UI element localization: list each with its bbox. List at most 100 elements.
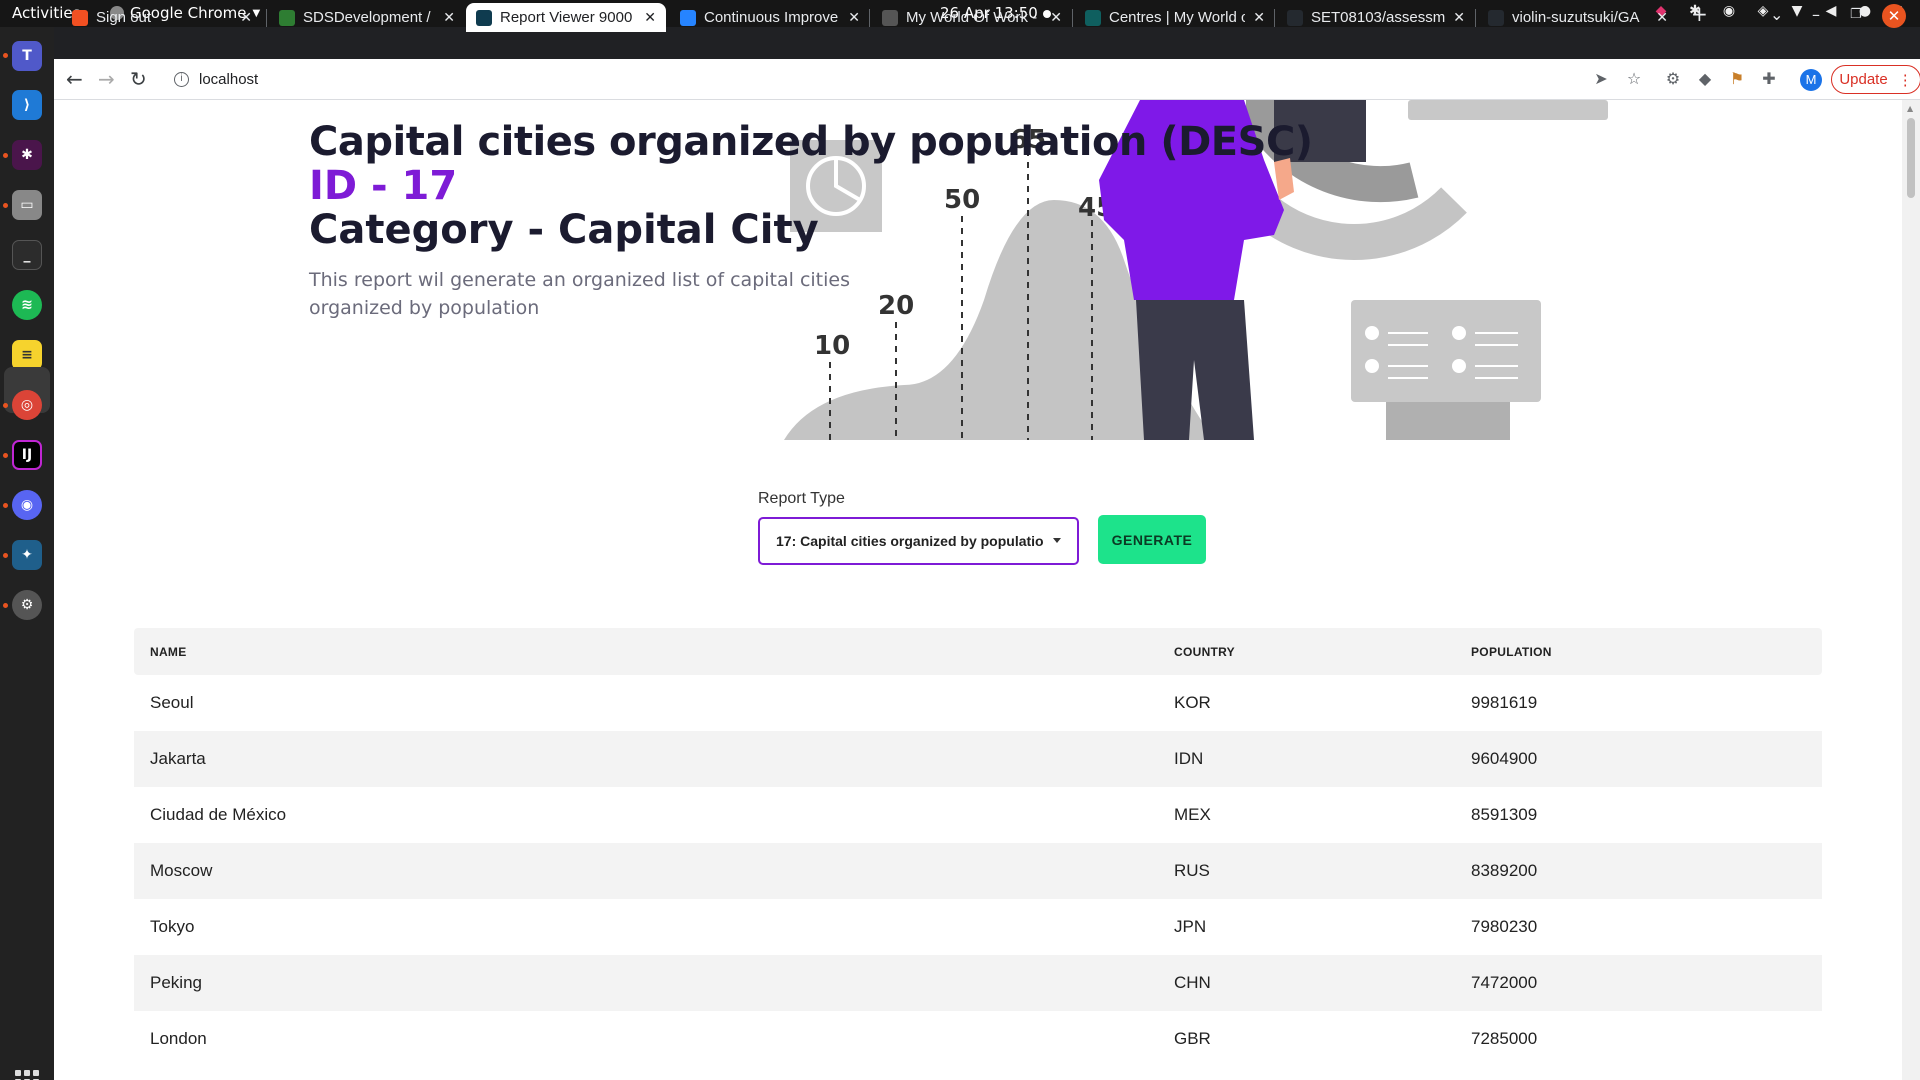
forward-icon[interactable]: →: [98, 67, 115, 91]
minimize-icon[interactable]: –: [1812, 5, 1820, 24]
table-row: Jakarta IDN 9604900: [134, 731, 1822, 787]
discord-tray-icon[interactable]: ◉: [1720, 3, 1738, 21]
tab-close-icon[interactable]: ✕: [443, 9, 455, 26]
generate-button[interactable]: GENERATE: [1098, 515, 1206, 564]
cell-country: CHN: [1174, 973, 1211, 992]
tab-label: SET08103/assessme: [1311, 9, 1446, 26]
update-label: Update: [1839, 71, 1888, 88]
report-description: This report wil generate an organized li…: [309, 269, 850, 319]
tab-favicon-icon: [680, 9, 696, 26]
browser-tab[interactable]: Centres | My World c ✕: [1075, 3, 1275, 32]
hero-card-top: [1408, 100, 1608, 120]
discord-icon[interactable]: ◉: [12, 490, 42, 520]
tab-separator: [1072, 9, 1073, 27]
tab-close-icon[interactable]: ✕: [848, 9, 860, 26]
cell-population: 7980230: [1471, 917, 1538, 936]
wifi-icon[interactable]: ▼: [1788, 3, 1806, 21]
tab-close-icon[interactable]: ✕: [1253, 9, 1265, 26]
tab-label: Continuous Improve: [704, 9, 839, 26]
cell-country: IDN: [1174, 749, 1204, 768]
browser-tab[interactable]: SDSDevelopment / (✕: [269, 3, 465, 32]
settings-icon[interactable]: ⚙: [12, 590, 42, 620]
tab-label: My World Of Work -: [906, 9, 1038, 26]
browser-tab[interactable]: Sign out ✕: [62, 3, 262, 32]
chart-label-1: 10: [814, 331, 850, 361]
table-row: Peking CHN 7472000: [134, 955, 1822, 1011]
browser-tab[interactable]: violin-suzutsuki/GA ✕: [1478, 3, 1678, 32]
send-icon[interactable]: ➤: [1591, 69, 1611, 89]
reload-icon[interactable]: ↻: [130, 67, 147, 91]
extension-gear-icon[interactable]: ⚙: [1663, 69, 1683, 89]
cell-name: London: [150, 1029, 207, 1048]
show-apps-icon[interactable]: [15, 1070, 39, 1080]
cell-country: MEX: [1174, 805, 1211, 824]
update-button[interactable]: Update ⋮: [1831, 65, 1920, 94]
cell-country: JPN: [1174, 917, 1207, 936]
cell-name: Ciudad de México: [150, 805, 287, 824]
page-content: 10 20 50 65 45 Capital cities organized: [54, 100, 1902, 1080]
vscode-icon[interactable]: ⟩: [12, 90, 42, 120]
restore-icon[interactable]: ❐: [1850, 7, 1862, 22]
browser-tab[interactable]: My World Of Work - ✕: [872, 3, 1072, 32]
column-header-country[interactable]: COUNTRY: [1174, 645, 1235, 659]
tab-close-icon[interactable]: ✕: [644, 9, 656, 26]
dock: T ⟩ ✱ ▭ _ ≋ ≡ ◎ IJ ◉ ✦ ⚙: [0, 27, 54, 1080]
more-vert-icon: ⋮: [1897, 71, 1913, 89]
tab-label: violin-suzutsuki/GA: [1512, 9, 1640, 26]
tab-close-icon[interactable]: ✕: [240, 9, 252, 26]
tab-separator: [1274, 9, 1275, 27]
slack-icon[interactable]: ✱: [12, 140, 42, 170]
running-indicator: [3, 153, 8, 158]
running-indicator: [3, 603, 8, 608]
report-form: Report Type 17: Capital cities organized…: [758, 490, 1206, 565]
info-icon[interactable]: i: [174, 71, 189, 87]
back-icon[interactable]: ←: [66, 67, 83, 91]
report-type-select[interactable]: 17: Capital cities organized by populati…: [758, 517, 1079, 565]
tab-close-icon[interactable]: ✕: [1050, 9, 1062, 26]
address-bar[interactable]: i localhost: [164, 63, 1594, 95]
notes-icon[interactable]: ≡: [12, 340, 42, 370]
cell-name: Peking: [150, 973, 202, 992]
tab-search-icon[interactable]: ⌄: [1770, 5, 1783, 24]
tab-close-icon[interactable]: ✕: [1453, 9, 1465, 26]
intellij-icon[interactable]: IJ: [12, 440, 42, 470]
cell-population: 8591309: [1471, 805, 1538, 824]
new-tab-icon[interactable]: +: [1691, 2, 1708, 26]
browser-tab[interactable]: Continuous Improve ✕: [670, 3, 870, 32]
column-header-name[interactable]: NAME: [150, 645, 187, 659]
running-indicator: [3, 453, 8, 458]
close-window-icon[interactable]: ✕: [1882, 4, 1906, 28]
page-scrollbar[interactable]: ▲: [1902, 100, 1920, 1080]
scrollbar-thumb[interactable]: [1907, 118, 1915, 198]
extensions-puzzle-icon[interactable]: ✚: [1759, 69, 1779, 89]
page-title: Capital cities organized by population (…: [309, 119, 1313, 165]
extension-cube-icon[interactable]: ◆: [1695, 69, 1715, 89]
table-row: Tokyo JPN 7980230: [134, 899, 1822, 955]
profile-avatar[interactable]: M: [1800, 69, 1822, 91]
chrome-dock-icon[interactable]: ◎: [12, 390, 42, 420]
list-card: [1351, 300, 1541, 440]
cell-name: Moscow: [150, 861, 213, 880]
extension-flag-icon[interactable]: ⚑: [1727, 69, 1747, 89]
cell-population: 8389200: [1471, 861, 1538, 880]
tab-close-icon[interactable]: ✕: [1656, 9, 1668, 26]
tab-favicon-icon: [476, 9, 492, 26]
teams-icon[interactable]: T: [12, 41, 42, 71]
cell-name: Jakarta: [150, 749, 206, 768]
browser-tab[interactable]: Report Viewer 9000 ✕: [466, 3, 666, 32]
column-header-population[interactable]: POPULATION: [1471, 645, 1552, 659]
table-header: NAME COUNTRY POPULATION: [134, 628, 1822, 675]
bookmark-star-icon[interactable]: ☆: [1624, 69, 1644, 89]
report-id: ID - 17: [309, 163, 458, 209]
tab-label: Centres | My World c: [1109, 9, 1246, 26]
mysql-workbench-icon[interactable]: ✦: [12, 540, 42, 570]
scroll-up-icon[interactable]: ▲: [1907, 104, 1913, 113]
table-row: Ciudad de México MEX 8591309: [134, 787, 1822, 843]
terminal-icon[interactable]: _: [12, 240, 42, 270]
volume-icon[interactable]: ◀: [1822, 3, 1840, 21]
files-icon[interactable]: ▭: [12, 190, 42, 220]
spotify-icon[interactable]: ≋: [12, 290, 42, 320]
report-type-value: 17: Capital cities organized by populati…: [776, 533, 1044, 549]
browser-tab[interactable]: SET08103/assessme ✕: [1277, 3, 1475, 32]
cell-population: 9981619: [1471, 693, 1538, 712]
